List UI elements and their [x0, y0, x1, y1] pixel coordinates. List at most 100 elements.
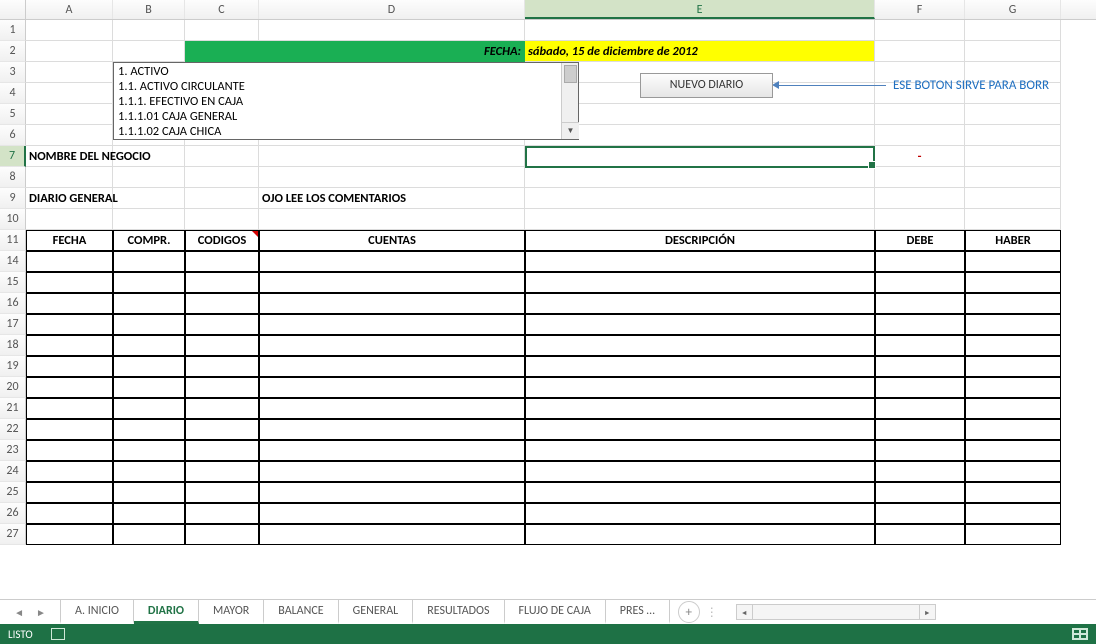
col-header-B[interactable]: B — [113, 0, 185, 19]
dropdown-item[interactable]: 1.1.1. EFECTIVO EN CAJA — [118, 94, 557, 109]
cell-A7[interactable]: NOMBRE DEL NEGOCIO — [26, 146, 113, 167]
scrollbar-thumb[interactable] — [564, 65, 577, 83]
cell-A11[interactable]: FECHA — [26, 230, 113, 251]
cell-C9[interactable] — [185, 188, 259, 209]
cell-G16[interactable] — [965, 293, 1061, 314]
dropdown-item[interactable]: 1.1.1.02 CAJA CHICA — [118, 124, 557, 139]
cell-F18[interactable] — [875, 335, 965, 356]
cell-A20[interactable] — [26, 377, 113, 398]
cell-A27[interactable] — [26, 524, 113, 545]
cell-A16[interactable] — [26, 293, 113, 314]
row-header-3[interactable]: 3 — [0, 62, 26, 83]
cell-F15[interactable] — [875, 272, 965, 293]
row-header-5[interactable]: 5 — [0, 104, 26, 125]
cell-G25[interactable] — [965, 482, 1061, 503]
cell-C26[interactable] — [185, 503, 259, 524]
cell-C20[interactable] — [185, 377, 259, 398]
row-header-6[interactable]: 6 — [0, 125, 26, 146]
row-header-2[interactable]: 2 — [0, 41, 26, 62]
cell-G27[interactable] — [965, 524, 1061, 545]
cell-A8[interactable] — [26, 167, 113, 188]
cell-C14[interactable] — [185, 251, 259, 272]
cell-E1[interactable] — [525, 20, 875, 41]
cell-G8[interactable] — [965, 167, 1061, 188]
select-all-corner[interactable] — [0, 0, 26, 19]
cell-D8[interactable] — [259, 167, 525, 188]
nuevo-diario-button[interactable]: NUEVO DIARIO — [640, 73, 773, 98]
cell-E25[interactable] — [525, 482, 875, 503]
cell-G20[interactable] — [965, 377, 1061, 398]
cell-B17[interactable] — [113, 314, 185, 335]
tab-general[interactable]: GENERAL — [339, 600, 414, 624]
row-header-8[interactable]: 8 — [0, 167, 26, 188]
cell-B19[interactable] — [113, 356, 185, 377]
cell-C1[interactable] — [185, 20, 259, 41]
cell-F14[interactable] — [875, 251, 965, 272]
cell-D27[interactable] — [259, 524, 525, 545]
cell-C23[interactable] — [185, 440, 259, 461]
view-normal-icon[interactable] — [1072, 628, 1088, 640]
cell-B27[interactable] — [113, 524, 185, 545]
cell-C21[interactable] — [185, 398, 259, 419]
cell-B26[interactable] — [113, 503, 185, 524]
cell-E10[interactable] — [525, 209, 875, 230]
cell-F9[interactable] — [875, 188, 965, 209]
cell-B21[interactable] — [113, 398, 185, 419]
cell-E19[interactable] — [525, 356, 875, 377]
cell-G17[interactable] — [965, 314, 1061, 335]
cell-F20[interactable] — [875, 377, 965, 398]
cell-C19[interactable] — [185, 356, 259, 377]
tab-resultados[interactable]: RESULTADOS — [413, 600, 504, 624]
scroll-down-icon[interactable]: ▼ — [562, 122, 579, 139]
cell-F5[interactable] — [875, 104, 965, 125]
row-header-10[interactable]: 10 — [0, 209, 26, 230]
cell-G9[interactable] — [965, 188, 1061, 209]
cell-E7[interactable] — [525, 146, 875, 167]
cell-D1[interactable] — [259, 20, 525, 41]
col-header-D[interactable]: D — [259, 0, 525, 19]
cell-A24[interactable] — [26, 461, 113, 482]
cell-F2[interactable] — [875, 41, 965, 62]
cell-A5[interactable] — [26, 104, 113, 125]
cell-A1[interactable] — [26, 20, 113, 41]
cell-B9[interactable] — [113, 188, 185, 209]
tab-prev-icon[interactable]: ◄ — [14, 606, 24, 619]
cell-F17[interactable] — [875, 314, 965, 335]
cell-E24[interactable] — [525, 461, 875, 482]
cell-G14[interactable] — [965, 251, 1061, 272]
tab-mayor[interactable]: MAYOR — [199, 600, 264, 624]
cell-C22[interactable] — [185, 419, 259, 440]
cell-E20[interactable] — [525, 377, 875, 398]
cell-C2[interactable] — [185, 41, 259, 62]
hscroll-right-icon[interactable]: ► — [919, 605, 935, 619]
cell-F27[interactable] — [875, 524, 965, 545]
col-header-F[interactable]: F — [875, 0, 965, 19]
cell-E23[interactable] — [525, 440, 875, 461]
cell-B25[interactable] — [113, 482, 185, 503]
cell-F25[interactable] — [875, 482, 965, 503]
cell-D7[interactable] — [259, 146, 525, 167]
cell-D2[interactable]: FECHA: — [259, 41, 525, 62]
col-header-A[interactable]: A — [26, 0, 113, 19]
cell-A17[interactable] — [26, 314, 113, 335]
row-header-17[interactable]: 17 — [0, 314, 26, 335]
cell-D19[interactable] — [259, 356, 525, 377]
tab-balance[interactable]: BALANCE — [264, 600, 338, 624]
col-header-C[interactable]: C — [185, 0, 259, 19]
tab-flujo[interactable]: FLUJO DE CAJA — [505, 600, 606, 624]
row-header-18[interactable]: 18 — [0, 335, 26, 356]
row-header-14[interactable]: 14 — [0, 251, 26, 272]
cell-C8[interactable] — [185, 167, 259, 188]
cell-G24[interactable] — [965, 461, 1061, 482]
cell-F26[interactable] — [875, 503, 965, 524]
add-sheet-button[interactable]: + — [678, 601, 700, 623]
cell-E26[interactable] — [525, 503, 875, 524]
cell-F23[interactable] — [875, 440, 965, 461]
cell-F19[interactable] — [875, 356, 965, 377]
cell-A15[interactable] — [26, 272, 113, 293]
cell-D24[interactable] — [259, 461, 525, 482]
cell-B8[interactable] — [113, 167, 185, 188]
cell-D9[interactable]: OJO LEE LOS COMENTARIOS — [259, 188, 525, 209]
cell-G15[interactable] — [965, 272, 1061, 293]
cell-B1[interactable] — [113, 20, 185, 41]
